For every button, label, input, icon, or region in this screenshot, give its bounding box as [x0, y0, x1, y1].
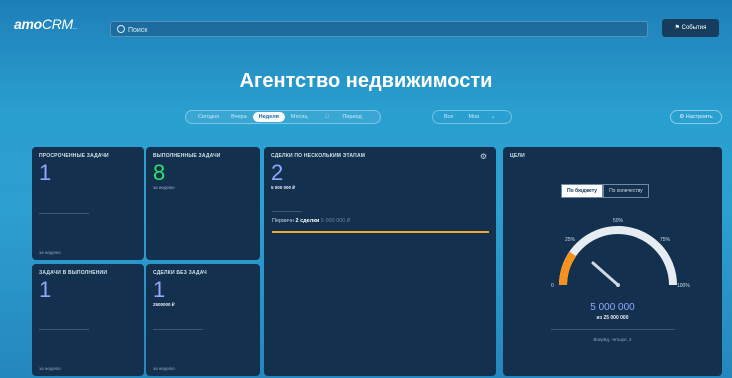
gauge-fill [559, 251, 577, 286]
card-title: ЦЕЛИ [510, 153, 525, 159]
filter-all[interactable]: Все [439, 112, 458, 122]
card-deals-no-tasks[interactable]: СДЕЛКИ БЕЗ ЗАДАЧ 1 2500000 ₽ за неделю [146, 264, 260, 376]
tab-by-count[interactable]: По количеству [603, 184, 649, 198]
goal-foot: Вперёд, четыре, 2 [593, 337, 632, 342]
tab-by-budget[interactable]: По бюджету [561, 184, 604, 198]
divider [153, 329, 203, 330]
card-foot: за неделю [153, 366, 175, 371]
logo-suffix: ... [72, 25, 77, 31]
period-selector: Сегодня Вчера Неделя Месяц □ Период [185, 110, 381, 124]
card-overdue-tasks[interactable]: ПРОСРОЧЕННЫЕ ЗАДАЧИ 1 за неделю [32, 147, 144, 260]
scale-25: 25% [565, 237, 576, 243]
calendar-icon: □ [325, 114, 331, 120]
page-title: Агентство недвижимости [239, 70, 493, 92]
logo-main: amo [14, 16, 42, 32]
flag-icon: ⚑ [674, 25, 682, 31]
card-value: 2 [271, 160, 284, 185]
card-sub: 5 000 000 ₽ [271, 185, 296, 190]
scale-0: 0 [551, 283, 554, 289]
card-value: 1 [39, 277, 52, 302]
period-yesterday[interactable]: Вчера [225, 112, 253, 122]
divider [39, 329, 89, 330]
card-done-tasks[interactable]: ВЫПОЛНЕННЫЕ ЗАДАЧИ 8 за неделю [146, 147, 260, 260]
stage-progress-bar [272, 231, 489, 233]
card-title: ВЫПОЛНЕННЫЕ ЗАДАЧИ [153, 153, 221, 159]
settings-label: Настроить [685, 114, 713, 120]
card-sub: 2500000 ₽ [153, 302, 175, 307]
card-deals-by-stage[interactable]: СДЕЛКИ ПО НЕСКОЛЬКИМ ЭТАПАМ ⚙ 2 5 000 00… [264, 147, 496, 376]
stage-label: Первичн [272, 218, 294, 224]
goal-target: из 25 000 000 [596, 315, 629, 321]
scale-50: 50% [613, 218, 624, 224]
stage-count: 2 сделки [295, 218, 320, 224]
settings-button[interactable]: ⚙ Настроить [670, 110, 722, 124]
card-title: ПРОСРОЧЕННЫЕ ЗАДАЧИ [39, 153, 109, 159]
card-title: СДЕЛКИ ПО НЕСКОЛЬКИМ ЭТАПАМ [271, 153, 366, 159]
card-value: 1 [153, 277, 166, 302]
period-today[interactable]: Сегодня [192, 112, 225, 122]
events-label: События [681, 25, 707, 31]
filter-mine-label: Мои [468, 114, 480, 120]
card-foot: за неделю [39, 250, 61, 255]
card-sub: за неделю [153, 185, 175, 190]
divider [272, 211, 302, 212]
period-custom-label: Период [342, 114, 362, 120]
search-placeholder: Поиск [128, 27, 148, 34]
card-goals[interactable]: ЦЕЛИ По бюджету По количеству 0 25% 50% … [503, 147, 722, 376]
goal-tabs: По бюджету По количеству [561, 184, 649, 198]
top-bar: amoCRM... Поиск ⚑ События [0, 0, 732, 44]
goal-gauge: 0 25% 50% 75% 100% [551, 218, 690, 289]
card-foot: за неделю [39, 366, 61, 371]
card-value: 1 [39, 160, 52, 185]
divider [551, 329, 675, 330]
gauge-needle [591, 261, 620, 287]
period-custom[interactable]: □ Период [314, 112, 374, 122]
filter-mine[interactable]: Мои ⌄ [458, 112, 505, 122]
logo-tail: CRM [41, 16, 73, 32]
user-filter: Все Мои ⌄ [432, 110, 513, 124]
goal-value: 5 000 000 [590, 302, 635, 313]
scale-75: 75% [660, 237, 671, 243]
gauge-track [559, 226, 677, 286]
divider [39, 213, 89, 214]
app-logo[interactable]: amoCRM... [14, 16, 77, 32]
period-month[interactable]: Месяц [285, 112, 314, 122]
gear-icon[interactable]: ⚙ [480, 152, 487, 161]
search-input[interactable]: Поиск [110, 21, 648, 37]
card-title: ЗАДАЧИ В ВЫПОЛНЕНИИ [39, 270, 108, 276]
card-title: СДЕЛКИ БЕЗ ЗАДАЧ [153, 270, 207, 276]
card-value: 8 [153, 160, 166, 185]
stage-sum: 5 000 000 ₽ [320, 218, 351, 224]
stage-row: Первичн 2 сделки 5 000 000 ₽ [272, 218, 350, 224]
events-button[interactable]: ⚑ События [662, 19, 719, 37]
search-icon [117, 25, 125, 33]
card-tasks-in-progress[interactable]: ЗАДАЧИ В ВЫПОЛНЕНИИ 1 за неделю [32, 264, 144, 376]
scale-100: 100% [677, 283, 690, 289]
period-week[interactable]: Неделя [252, 112, 285, 122]
chevron-down-icon: ⌄ [490, 114, 496, 120]
gauge-pivot [616, 283, 620, 287]
